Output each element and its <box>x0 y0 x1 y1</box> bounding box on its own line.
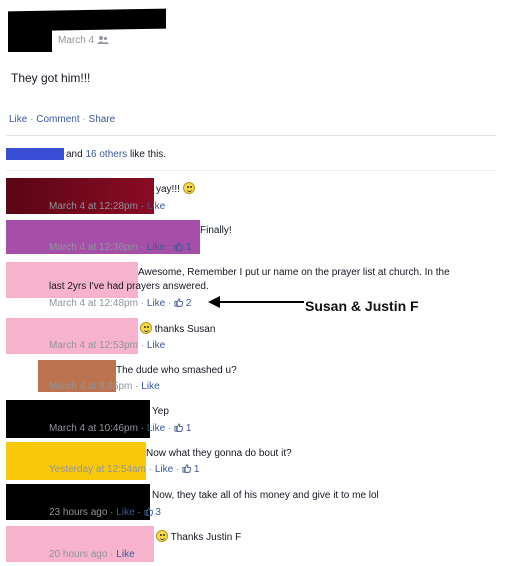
comment-meta: March 4 at 10:46pm · Like · 1 <box>49 423 192 434</box>
comment-text: thanks Susan <box>140 322 215 336</box>
post-date[interactable]: March 4 <box>58 35 94 46</box>
comment-like-link[interactable]: Like <box>147 242 165 253</box>
redacted-avatar <box>8 24 52 52</box>
smiley-icon <box>182 182 195 194</box>
comment-like-link[interactable]: Like <box>147 423 165 434</box>
comment-meta: 20 hours ago · Like <box>49 549 135 560</box>
comment-like-count[interactable]: 1 <box>186 242 192 253</box>
comment-like-link[interactable]: Like <box>116 549 134 560</box>
likes-others-link[interactable]: 16 others <box>85 149 127 160</box>
comment-meta: March 4 at 12:48pm · Like · 2 <box>49 298 192 309</box>
comment-like-link[interactable]: Like <box>147 340 165 351</box>
like-link[interactable]: Like <box>9 114 27 125</box>
comment-text-continued: last 2yrs I've had prayers answered. <box>49 281 209 292</box>
comment-text: Thanks Justin F <box>156 530 241 544</box>
comment-timestamp[interactable]: 23 hours ago <box>49 507 107 518</box>
comment-timestamp[interactable]: March 4 at 9:45pm <box>49 381 132 392</box>
comment-like-link[interactable]: Like <box>141 381 159 392</box>
post-meta: March 4 <box>58 35 109 46</box>
comment-meta: 23 hours ago · Like · 3 <box>49 507 161 518</box>
comment-text: The dude who smashed u? <box>116 365 237 376</box>
comment-timestamp[interactable]: March 4 at 10:46pm <box>49 423 138 434</box>
comment-meta: March 4 at 12:36pm · Like · 1 <box>49 242 192 253</box>
comment-link[interactable]: Comment <box>36 114 79 125</box>
friends-icon <box>96 36 109 44</box>
comment-like-count[interactable]: 3 <box>155 507 161 518</box>
thumbs-up-icon <box>182 464 192 473</box>
comment-like-count[interactable]: 2 <box>186 298 192 309</box>
post-actions: Like · Comment · Share <box>9 114 116 125</box>
thumbs-up-icon <box>174 242 184 251</box>
annotation-arrow <box>208 296 304 308</box>
divider <box>6 135 496 136</box>
annotation-text: Susan & Justin F <box>305 298 419 314</box>
thumbs-up-icon <box>144 507 153 516</box>
comment-text: Finally! <box>200 225 232 236</box>
comment-timestamp[interactable]: March 4 at 12:48pm <box>49 298 138 309</box>
comment-timestamp[interactable]: Yesterday at 12:54am <box>49 464 146 475</box>
comment-meta: Yesterday at 12:54am · Like · 1 <box>49 464 200 475</box>
likes-summary: and 16 others like this. <box>66 149 167 160</box>
comment-timestamp[interactable]: March 4 at 12:36pm <box>49 242 138 253</box>
comment-meta: March 4 at 12:53pm · Like <box>49 340 166 351</box>
comment-like-link[interactable]: Like <box>147 298 165 309</box>
comment-like-count[interactable]: 1 <box>194 464 200 475</box>
comment-text: Yep <box>152 406 169 417</box>
comment-meta: March 4 at 12:28pm · Like <box>49 201 166 212</box>
share-link[interactable]: Share <box>89 114 116 125</box>
comment-meta: March 4 at 9:45pm · Like <box>49 381 160 392</box>
comment-like-link[interactable]: Like <box>147 201 165 212</box>
comment-text: yay!!! <box>156 182 195 196</box>
comment-like-link[interactable]: Like <box>116 507 134 518</box>
smiley-icon <box>140 322 152 334</box>
comment-text: Now what they gonna do bout it? <box>146 448 292 459</box>
comment-timestamp[interactable]: March 4 at 12:53pm <box>49 340 138 351</box>
comment-timestamp[interactable]: March 4 at 12:28pm <box>49 201 138 212</box>
thumbs-up-icon <box>174 298 184 307</box>
comment-like-count[interactable]: 1 <box>186 423 192 434</box>
divider <box>6 170 496 171</box>
redacted-liker <box>6 148 64 160</box>
comment-text: Awesome, Remember I put ur name on the p… <box>138 267 450 278</box>
comment-like-link[interactable]: Like <box>155 464 173 475</box>
smiley-icon <box>156 530 168 542</box>
thumbs-up-icon <box>174 423 184 432</box>
comment-text: Now, they take all of his money and give… <box>152 490 379 501</box>
comment-timestamp[interactable]: 20 hours ago <box>49 549 107 560</box>
post-text: They got him!!! <box>11 71 91 85</box>
